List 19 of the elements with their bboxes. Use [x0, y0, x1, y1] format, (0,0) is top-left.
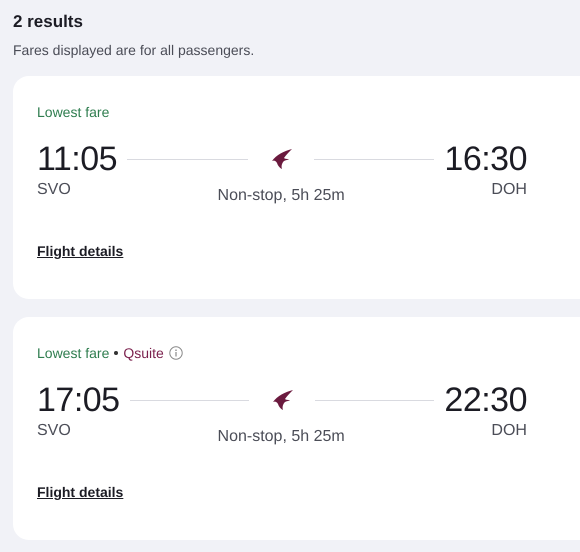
fare-tag: Lowest fare — [37, 345, 110, 361]
info-icon[interactable] — [168, 346, 183, 360]
flight-duration: Non-stop, 5h 25m — [218, 428, 345, 446]
origin-code: SVO — [37, 181, 71, 199]
fare-tag: Lowest fare — [37, 104, 110, 120]
destination-code: DOH — [491, 181, 527, 199]
fares-note: Fares displayed are for all passengers. — [13, 41, 256, 59]
fare-tag: Qsuite — [123, 345, 164, 361]
flight-details-link[interactable]: Flight details — [37, 484, 124, 500]
arrival-time: 22:30 — [444, 380, 527, 420]
flight-details-link[interactable]: Flight details — [37, 243, 124, 259]
departure-time: 17:05 — [37, 380, 120, 420]
departure-time: 11:05 — [37, 139, 118, 179]
destination-code: DOH — [491, 422, 527, 440]
separator-dot — [114, 351, 118, 355]
results-count: 2 results — [13, 11, 84, 33]
arrival-time: 16:30 — [444, 139, 527, 179]
flight-duration: Non-stop, 5h 25m — [218, 187, 345, 205]
origin-code: SVO — [37, 422, 71, 440]
